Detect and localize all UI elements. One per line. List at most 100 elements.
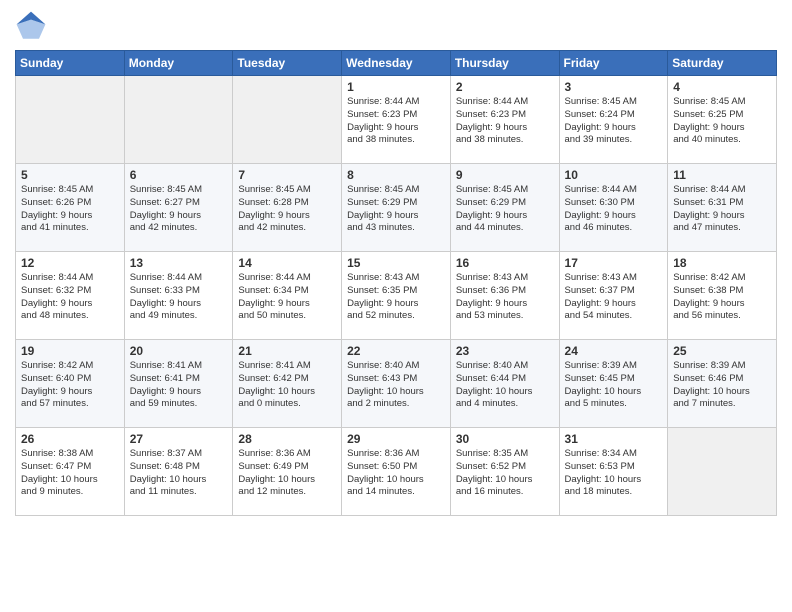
day-info: Sunrise: 8:40 AM Sunset: 6:43 PM Dayligh…	[347, 360, 445, 411]
calendar-cell	[668, 428, 777, 516]
day-number: 13	[130, 256, 228, 270]
weekday-header: Saturday	[668, 51, 777, 76]
calendar-header: SundayMondayTuesdayWednesdayThursdayFrid…	[16, 51, 777, 76]
calendar-week: 12Sunrise: 8:44 AM Sunset: 6:32 PM Dayli…	[16, 252, 777, 340]
day-number: 18	[673, 256, 771, 270]
calendar-cell: 22 Sunrise: 8:40 AM Sunset: 6:43 PM Dayli…	[342, 340, 451, 428]
day-number: 10	[565, 168, 663, 182]
day-number: 22	[347, 344, 445, 358]
calendar-cell	[16, 76, 125, 164]
calendar-cell: 15 Sunrise: 8:43 AM Sunset: 6:35 PM Dayli…	[342, 252, 451, 340]
day-number: 20	[130, 344, 228, 358]
weekday-header: Thursday	[450, 51, 559, 76]
day-number: 1	[347, 80, 445, 94]
day-number: 4	[673, 80, 771, 94]
day-info: Sunrise: 8:42 AM Sunset: 6:38 PM Dayligh…	[673, 272, 771, 323]
logo	[15, 10, 51, 42]
calendar-cell: 6Sunrise: 8:45 AM Sunset: 6:27 PM Daylig…	[124, 164, 233, 252]
day-info: Sunrise: 8:44 AM Sunset: 6:34 PM Dayligh…	[238, 272, 336, 323]
calendar-cell: 19 Sunrise: 8:42 AM Sunset: 6:40 PM Dayli…	[16, 340, 125, 428]
calendar-cell: 16 Sunrise: 8:43 AM Sunset: 6:36 PM Dayli…	[450, 252, 559, 340]
calendar-cell: 27 Sunrise: 8:37 AM Sunset: 6:48 PM Dayli…	[124, 428, 233, 516]
calendar-cell: 13 Sunrise: 8:44 AM Sunset: 6:33 PM Dayli…	[124, 252, 233, 340]
day-info: Sunrise: 8:43 AM Sunset: 6:37 PM Dayligh…	[565, 272, 663, 323]
calendar-cell: 8 Sunrise: 8:45 AM Sunset: 6:29 PM Daylig…	[342, 164, 451, 252]
header	[15, 10, 777, 42]
day-info: Sunrise: 8:45 AM Sunset: 6:26 PM Dayligh…	[21, 184, 119, 235]
day-info: Sunrise: 8:41 AM Sunset: 6:42 PM Dayligh…	[238, 360, 336, 411]
calendar-cell: 17 Sunrise: 8:43 AM Sunset: 6:37 PM Dayli…	[559, 252, 668, 340]
day-info: Sunrise: 8:45 AM Sunset: 6:27 PM Dayligh…	[130, 184, 228, 235]
day-info: Sunrise: 8:44 AM Sunset: 6:33 PM Dayligh…	[130, 272, 228, 323]
day-number: 25	[673, 344, 771, 358]
day-number: 28	[238, 432, 336, 446]
calendar-cell: 1 Sunrise: 8:44 AM Sunset: 6:23 PM Daylig…	[342, 76, 451, 164]
calendar-cell	[233, 76, 342, 164]
calendar-cell: 3 Sunrise: 8:45 AM Sunset: 6:24 PM Daylig…	[559, 76, 668, 164]
day-number: 2	[456, 80, 554, 94]
calendar-cell: 2 Sunrise: 8:44 AM Sunset: 6:23 PM Daylig…	[450, 76, 559, 164]
calendar-cell: 26Sunrise: 8:38 AM Sunset: 6:47 PM Dayli…	[16, 428, 125, 516]
calendar-cell: 9 Sunrise: 8:45 AM Sunset: 6:29 PM Daylig…	[450, 164, 559, 252]
weekday-header: Wednesday	[342, 51, 451, 76]
calendar-cell: 20 Sunrise: 8:41 AM Sunset: 6:41 PM Dayli…	[124, 340, 233, 428]
calendar-cell: 14Sunrise: 8:44 AM Sunset: 6:34 PM Dayli…	[233, 252, 342, 340]
calendar-cell: 25Sunrise: 8:39 AM Sunset: 6:46 PM Dayli…	[668, 340, 777, 428]
day-number: 19	[21, 344, 119, 358]
day-info: Sunrise: 8:40 AM Sunset: 6:44 PM Dayligh…	[456, 360, 554, 411]
calendar-cell: 4 Sunrise: 8:45 AM Sunset: 6:25 PM Daylig…	[668, 76, 777, 164]
day-info: Sunrise: 8:44 AM Sunset: 6:23 PM Dayligh…	[456, 96, 554, 147]
day-number: 16	[456, 256, 554, 270]
calendar: SundayMondayTuesdayWednesdayThursdayFrid…	[15, 50, 777, 516]
day-info: Sunrise: 8:35 AM Sunset: 6:52 PM Dayligh…	[456, 448, 554, 499]
weekday-header: Monday	[124, 51, 233, 76]
calendar-cell: 11Sunrise: 8:44 AM Sunset: 6:31 PM Dayli…	[668, 164, 777, 252]
calendar-week: 1 Sunrise: 8:44 AM Sunset: 6:23 PM Daylig…	[16, 76, 777, 164]
calendar-cell: 7 Sunrise: 8:45 AM Sunset: 6:28 PM Daylig…	[233, 164, 342, 252]
day-number: 27	[130, 432, 228, 446]
logo-icon	[15, 10, 47, 42]
day-number: 23	[456, 344, 554, 358]
day-number: 15	[347, 256, 445, 270]
day-number: 8	[347, 168, 445, 182]
calendar-cell: 12Sunrise: 8:44 AM Sunset: 6:32 PM Dayli…	[16, 252, 125, 340]
day-number: 26	[21, 432, 119, 446]
calendar-cell	[124, 76, 233, 164]
calendar-cell: 21 Sunrise: 8:41 AM Sunset: 6:42 PM Dayli…	[233, 340, 342, 428]
day-info: Sunrise: 8:45 AM Sunset: 6:28 PM Dayligh…	[238, 184, 336, 235]
calendar-cell: 23 Sunrise: 8:40 AM Sunset: 6:44 PM Dayli…	[450, 340, 559, 428]
day-info: Sunrise: 8:41 AM Sunset: 6:41 PM Dayligh…	[130, 360, 228, 411]
calendar-cell: 31Sunrise: 8:34 AM Sunset: 6:53 PM Dayli…	[559, 428, 668, 516]
day-number: 21	[238, 344, 336, 358]
day-number: 5	[21, 168, 119, 182]
day-number: 30	[456, 432, 554, 446]
day-info: Sunrise: 8:45 AM Sunset: 6:29 PM Dayligh…	[456, 184, 554, 235]
day-info: Sunrise: 8:45 AM Sunset: 6:25 PM Dayligh…	[673, 96, 771, 147]
day-info: Sunrise: 8:36 AM Sunset: 6:50 PM Dayligh…	[347, 448, 445, 499]
day-info: Sunrise: 8:37 AM Sunset: 6:48 PM Dayligh…	[130, 448, 228, 499]
calendar-cell: 30 Sunrise: 8:35 AM Sunset: 6:52 PM Dayli…	[450, 428, 559, 516]
day-number: 12	[21, 256, 119, 270]
day-info: Sunrise: 8:36 AM Sunset: 6:49 PM Dayligh…	[238, 448, 336, 499]
day-number: 3	[565, 80, 663, 94]
day-info: Sunrise: 8:43 AM Sunset: 6:35 PM Dayligh…	[347, 272, 445, 323]
day-info: Sunrise: 8:45 AM Sunset: 6:24 PM Dayligh…	[565, 96, 663, 147]
weekday-row: SundayMondayTuesdayWednesdayThursdayFrid…	[16, 51, 777, 76]
day-number: 9	[456, 168, 554, 182]
calendar-cell: 28 Sunrise: 8:36 AM Sunset: 6:49 PM Dayli…	[233, 428, 342, 516]
day-number: 7	[238, 168, 336, 182]
day-info: Sunrise: 8:42 AM Sunset: 6:40 PM Dayligh…	[21, 360, 119, 411]
day-number: 24	[565, 344, 663, 358]
day-info: Sunrise: 8:39 AM Sunset: 6:45 PM Dayligh…	[565, 360, 663, 411]
calendar-week: 26Sunrise: 8:38 AM Sunset: 6:47 PM Dayli…	[16, 428, 777, 516]
day-info: Sunrise: 8:44 AM Sunset: 6:23 PM Dayligh…	[347, 96, 445, 147]
calendar-cell: 10Sunrise: 8:44 AM Sunset: 6:30 PM Dayli…	[559, 164, 668, 252]
calendar-body: 1 Sunrise: 8:44 AM Sunset: 6:23 PM Daylig…	[16, 76, 777, 516]
day-info: Sunrise: 8:45 AM Sunset: 6:29 PM Dayligh…	[347, 184, 445, 235]
weekday-header: Sunday	[16, 51, 125, 76]
day-number: 17	[565, 256, 663, 270]
weekday-header: Friday	[559, 51, 668, 76]
calendar-week: 19 Sunrise: 8:42 AM Sunset: 6:40 PM Dayli…	[16, 340, 777, 428]
day-info: Sunrise: 8:43 AM Sunset: 6:36 PM Dayligh…	[456, 272, 554, 323]
calendar-week: 5 Sunrise: 8:45 AM Sunset: 6:26 PM Daylig…	[16, 164, 777, 252]
